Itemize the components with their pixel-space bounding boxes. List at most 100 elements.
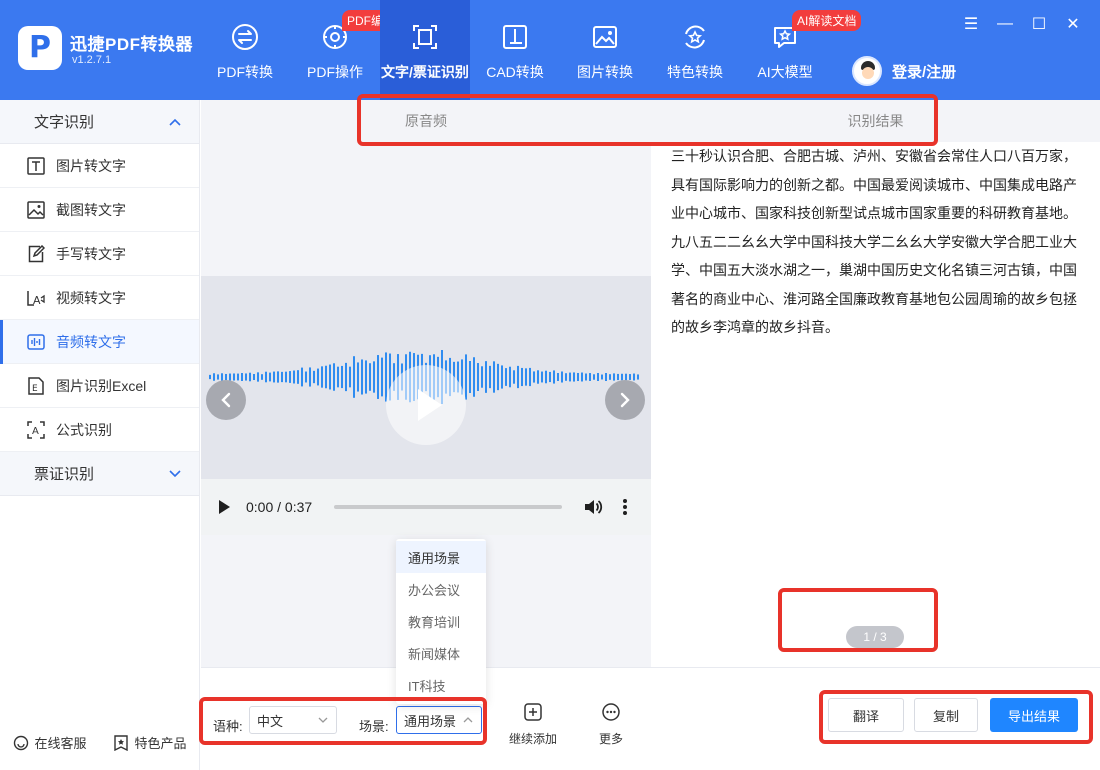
waveform-bar bbox=[329, 364, 331, 390]
nav-label: 图片转换 bbox=[577, 64, 633, 80]
language-value: 中文 bbox=[257, 713, 284, 729]
waveform-bar bbox=[609, 374, 611, 380]
waveform-bar bbox=[529, 367, 531, 387]
scene-option[interactable]: IT科技 bbox=[396, 669, 486, 701]
waveform-bar bbox=[237, 373, 239, 381]
scene-option[interactable]: 通用场景 bbox=[396, 541, 486, 573]
waveform-bar bbox=[637, 374, 639, 380]
sidebar-item-screenshot-to-text[interactable]: 截图转文字 bbox=[0, 188, 199, 232]
more-button[interactable]: 更多 bbox=[599, 702, 623, 747]
waveform-bar bbox=[357, 362, 359, 392]
app-logo: P bbox=[18, 26, 62, 70]
menu-icon[interactable]: ☰ bbox=[954, 12, 988, 36]
next-file-button[interactable] bbox=[605, 380, 645, 420]
sidebar-group-label: 文字识别 bbox=[34, 114, 95, 131]
waveform-bar bbox=[517, 365, 519, 389]
scene-option[interactable]: 新闻媒体 bbox=[396, 637, 486, 669]
waveform-bar bbox=[341, 365, 343, 389]
nav-pdf-convert[interactable]: PDF转换 bbox=[200, 0, 290, 100]
nav-image-convert[interactable]: 图片转换 bbox=[560, 0, 650, 100]
nav-ai-model[interactable]: AI解读文档 AI大模型 bbox=[740, 0, 862, 100]
waveform-bar bbox=[513, 370, 515, 384]
export-result-button[interactable]: 导出结果 bbox=[990, 698, 1078, 732]
waveform-bar bbox=[561, 371, 563, 383]
minimize-icon[interactable]: — bbox=[988, 12, 1022, 36]
waveform-bar bbox=[477, 363, 479, 391]
waveform-bar bbox=[305, 371, 307, 383]
waveform-bar bbox=[245, 373, 247, 381]
online-service-link[interactable]: 在线客服 bbox=[13, 733, 87, 752]
scene-option[interactable]: 办公会议 bbox=[396, 573, 486, 605]
tab-original-audio[interactable]: 原音频 bbox=[201, 100, 651, 142]
waveform-bar bbox=[573, 372, 575, 382]
waveform-bar bbox=[293, 370, 295, 384]
language-select[interactable]: 中文 bbox=[249, 706, 337, 734]
recognized-text[interactable]: 三十秒认识合肥、合肥古城、泸州、安徽省会常住人口八百万家，具有国际影响力的创新之… bbox=[671, 142, 1083, 342]
translate-button[interactable]: 翻译 bbox=[828, 698, 904, 732]
sidebar-item-label: 截图转文字 bbox=[56, 201, 126, 218]
nav-special-convert[interactable]: 特色转换 bbox=[650, 0, 740, 100]
scan-frame-icon bbox=[410, 22, 440, 52]
waveform-bar bbox=[505, 368, 507, 386]
waveform-bar bbox=[281, 371, 283, 383]
sidebar-item-audio-to-text[interactable]: 音频转文字 bbox=[0, 320, 199, 364]
svg-text:A: A bbox=[32, 426, 39, 437]
waveform-bar bbox=[485, 361, 487, 393]
user-login[interactable]: 登录/注册 bbox=[852, 56, 956, 86]
waveform-bar bbox=[285, 371, 287, 383]
sidebar-item-handwriting-to-text[interactable]: 手写转文字 bbox=[0, 232, 199, 276]
audio-progress-track[interactable] bbox=[334, 505, 562, 509]
sidebar-group-text-ocr[interactable]: 文字识别 bbox=[0, 100, 199, 144]
nav-cad-convert[interactable]: CAD转换 bbox=[470, 0, 560, 100]
waveform-bar bbox=[297, 370, 299, 384]
scene-option[interactable]: 教育培训 bbox=[396, 605, 486, 637]
sidebar-item-image-to-text[interactable]: 图片转文字 bbox=[0, 144, 199, 188]
close-icon[interactable]: ✕ bbox=[1056, 12, 1090, 36]
waveform-bar bbox=[277, 371, 279, 383]
waveform-bar bbox=[241, 373, 243, 381]
sidebar-item-formula-ocr[interactable]: A 公式识别 bbox=[0, 408, 199, 452]
scene-select[interactable]: 通用场景 bbox=[396, 706, 482, 734]
chevron-down-icon bbox=[169, 469, 181, 477]
audio-icon bbox=[26, 332, 46, 352]
copy-button[interactable]: 复制 bbox=[914, 698, 978, 732]
scene-dropdown-menu: 通用场景 办公会议 教育培训 新闻媒体 IT科技 bbox=[396, 539, 486, 704]
waveform-bar bbox=[313, 370, 315, 384]
waveform-bar bbox=[257, 372, 259, 382]
add-square-icon bbox=[524, 703, 542, 721]
waveform-bar bbox=[489, 365, 491, 389]
nav-label: PDF操作 bbox=[307, 64, 363, 80]
waveform-bar bbox=[301, 367, 303, 387]
nav-pdf-operation[interactable]: PDF编辑 PDF操作 bbox=[290, 0, 401, 100]
sidebar-item-video-to-text[interactable]: A 视频转文字 bbox=[0, 276, 199, 320]
more-vertical-icon[interactable] bbox=[621, 497, 629, 517]
waveform-bar bbox=[541, 371, 543, 383]
star-refresh-icon bbox=[680, 22, 710, 52]
waveform-bar bbox=[369, 363, 371, 391]
volume-icon[interactable] bbox=[583, 497, 603, 517]
sidebar-group-ticket-ocr[interactable]: 票证识别 bbox=[0, 452, 199, 496]
text-t-icon bbox=[26, 156, 46, 176]
tab-recognition-result[interactable]: 识别结果 bbox=[651, 100, 1100, 142]
featured-products-link[interactable]: 特色产品 bbox=[113, 733, 187, 752]
play-icon[interactable] bbox=[219, 500, 230, 514]
play-overlay-button[interactable] bbox=[386, 365, 466, 445]
window-controls: ☰ — ☐ ✕ bbox=[954, 12, 1090, 36]
waveform-bar bbox=[613, 373, 615, 381]
video-icon: A bbox=[26, 288, 46, 308]
chevron-down-icon bbox=[318, 717, 328, 723]
waveform-bar bbox=[581, 372, 583, 382]
badge-star-icon bbox=[114, 734, 129, 751]
waveform-bar bbox=[217, 374, 219, 380]
chat-icon bbox=[14, 735, 29, 750]
nav-text-ocr[interactable]: 文字/票证识别 bbox=[380, 0, 470, 100]
sidebar-item-image-to-excel[interactable]: E 图片识别Excel bbox=[0, 364, 199, 408]
chevron-up-icon bbox=[463, 717, 473, 723]
continue-add-button[interactable]: 继续添加 bbox=[509, 702, 557, 747]
nav-badge-ai-doc: AI解读文档 bbox=[792, 10, 862, 31]
previous-file-button[interactable] bbox=[206, 380, 246, 420]
login-label: 登录/注册 bbox=[892, 63, 957, 81]
maximize-icon[interactable]: ☐ bbox=[1022, 12, 1056, 36]
waveform-bar bbox=[597, 373, 599, 381]
waveform-bar bbox=[289, 371, 291, 383]
